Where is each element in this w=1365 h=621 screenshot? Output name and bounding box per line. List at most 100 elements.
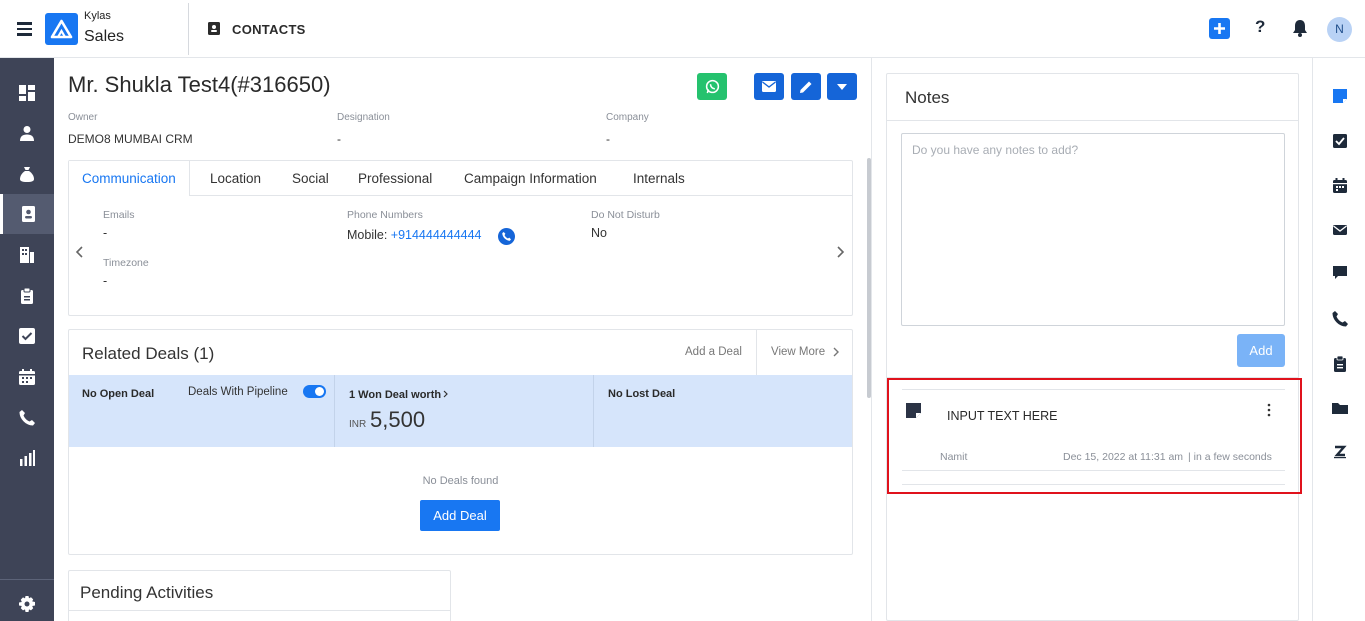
chevron-right-icon[interactable]: [837, 245, 845, 263]
caret-down-icon: [837, 83, 847, 90]
quote-icon: [1333, 356, 1346, 372]
tab-communication[interactable]: Communication: [69, 161, 190, 196]
more-actions-button[interactable]: [827, 73, 857, 100]
add-note-button[interactable]: Add: [1237, 334, 1285, 367]
help-icon[interactable]: ?: [1255, 17, 1265, 37]
divider: [69, 610, 450, 611]
sidebar-item-tasks[interactable]: [0, 316, 54, 356]
phone-icon: [19, 410, 35, 426]
company-label: Company: [606, 112, 649, 123]
no-deals-message: No Deals found: [422, 475, 499, 487]
edit-button[interactable]: [791, 73, 821, 100]
tab-professional[interactable]: Professional: [345, 161, 445, 196]
view-more-button[interactable]: View More: [756, 330, 852, 375]
designation-value: -: [337, 132, 341, 146]
tab-bar: Communication Location Social Profession…: [69, 161, 852, 196]
contact-card-icon: [208, 22, 220, 35]
email-icon: [1332, 225, 1347, 235]
sidebar-item-calls[interactable]: [0, 398, 54, 438]
tab-location[interactable]: Location: [197, 161, 274, 196]
highlight-box: [887, 378, 1302, 494]
view-more-label: View More: [771, 346, 826, 358]
emails-value: -: [103, 226, 108, 240]
bell-icon[interactable]: [1292, 19, 1308, 37]
dashboard-icon: [19, 85, 35, 101]
kylas-logo[interactable]: [45, 13, 78, 45]
currency-code: INR: [349, 419, 367, 430]
tab-social[interactable]: Social: [279, 161, 342, 196]
rail-item-documents[interactable]: [1313, 388, 1365, 428]
sidebar-item-contacts[interactable]: [0, 194, 54, 234]
owner-label: Owner: [68, 112, 98, 123]
rail-item-quotes[interactable]: [1313, 344, 1365, 384]
tab-campaign-information[interactable]: Campaign Information: [451, 161, 610, 196]
brand-name: Kylas: [84, 10, 111, 22]
money-bag-icon: [20, 167, 34, 182]
chevron-right-icon: [443, 390, 448, 398]
related-deals-card: Related Deals (1) Add a Deal View More N…: [68, 329, 853, 555]
won-amount: 5,500: [370, 407, 426, 432]
email-icon: [762, 81, 776, 92]
notes-panel: Notes Add INPUT TEXT HERE Namit Dec 15, …: [871, 58, 1312, 621]
pending-activities-title: Pending Activities: [80, 583, 214, 602]
hamburger-menu-icon[interactable]: [17, 22, 32, 36]
phone-numbers-value: Mobile: +914444444444: [347, 228, 482, 242]
divider: [188, 3, 189, 55]
avatar[interactable]: N: [1327, 17, 1352, 42]
rail-item-email[interactable]: [1313, 210, 1365, 250]
deals-with-pipeline-label: Deals With Pipeline: [188, 386, 288, 398]
won-deal-label[interactable]: 1 Won Deal worth: [349, 389, 441, 401]
whatsapp-button[interactable]: [697, 73, 727, 100]
phone-link[interactable]: +914444444444: [391, 228, 482, 242]
chevron-left-icon[interactable]: [75, 245, 83, 263]
notes-title: Notes: [905, 88, 950, 107]
rail-item-calls[interactable]: [1313, 299, 1365, 339]
rail-item-calendar[interactable]: [1313, 165, 1365, 205]
phone-numbers-label: Phone Numbers: [347, 209, 423, 221]
sidebar-item-settings[interactable]: [0, 584, 54, 621]
left-sidebar: [0, 58, 54, 621]
rail-item-chat[interactable]: [1313, 252, 1365, 292]
sidebar-item-users[interactable]: [0, 113, 54, 153]
calendar-icon: [19, 369, 35, 385]
email-button[interactable]: [754, 73, 784, 100]
company-value: -: [606, 132, 610, 146]
contact-name: Mr. Shukla Test4(#316650): [68, 72, 331, 97]
notes-input[interactable]: [901, 133, 1285, 326]
phone-type: Mobile:: [347, 228, 391, 242]
zoom-icon: [1333, 445, 1347, 459]
brand-sub: Sales: [84, 28, 125, 45]
designation-label: Designation: [337, 112, 390, 123]
timezone-value: -: [103, 274, 108, 288]
deals-with-pipeline-toggle[interactable]: [303, 385, 326, 398]
right-rail: [1312, 58, 1365, 621]
sidebar-item-quotes[interactable]: [0, 276, 54, 316]
sidebar-item-reports[interactable]: [0, 438, 54, 478]
rail-item-tasks[interactable]: [1313, 121, 1365, 161]
call-button[interactable]: [498, 228, 515, 245]
note-icon: [1332, 89, 1347, 103]
sidebar-item-dashboard[interactable]: [0, 73, 54, 113]
rail-item-notes[interactable]: [1313, 76, 1365, 116]
sidebar-item-companies[interactable]: [0, 235, 54, 275]
building-icon: [20, 247, 34, 263]
pending-activities-card: Pending Activities: [68, 570, 451, 621]
related-deals-title: Related Deals (1): [82, 344, 215, 363]
rail-item-zoom[interactable]: [1313, 432, 1365, 472]
settings-icon: [19, 596, 35, 612]
no-open-deal-label: No Open Deal: [82, 388, 155, 400]
add-a-deal-link[interactable]: Add a Deal: [685, 346, 742, 358]
calendar-icon: [1332, 178, 1347, 193]
add-deal-button[interactable]: Add Deal: [420, 500, 500, 531]
sidebar-item-calendar[interactable]: [0, 357, 54, 397]
deals-summary-band: No Open Deal Deals With Pipeline 1 Won D…: [69, 375, 852, 447]
phone-icon: [502, 232, 511, 241]
checkbox-icon: [19, 328, 35, 344]
tab-internals[interactable]: Internals: [620, 161, 698, 196]
create-button[interactable]: [1209, 18, 1230, 39]
sidebar-item-deals[interactable]: [0, 154, 54, 194]
contact-details: Mr. Shukla Test4(#316650) Owner DEMO8 MU…: [54, 58, 871, 621]
whatsapp-icon: [705, 79, 719, 94]
clipboard-icon: [21, 288, 33, 304]
user-icon: [20, 126, 34, 141]
